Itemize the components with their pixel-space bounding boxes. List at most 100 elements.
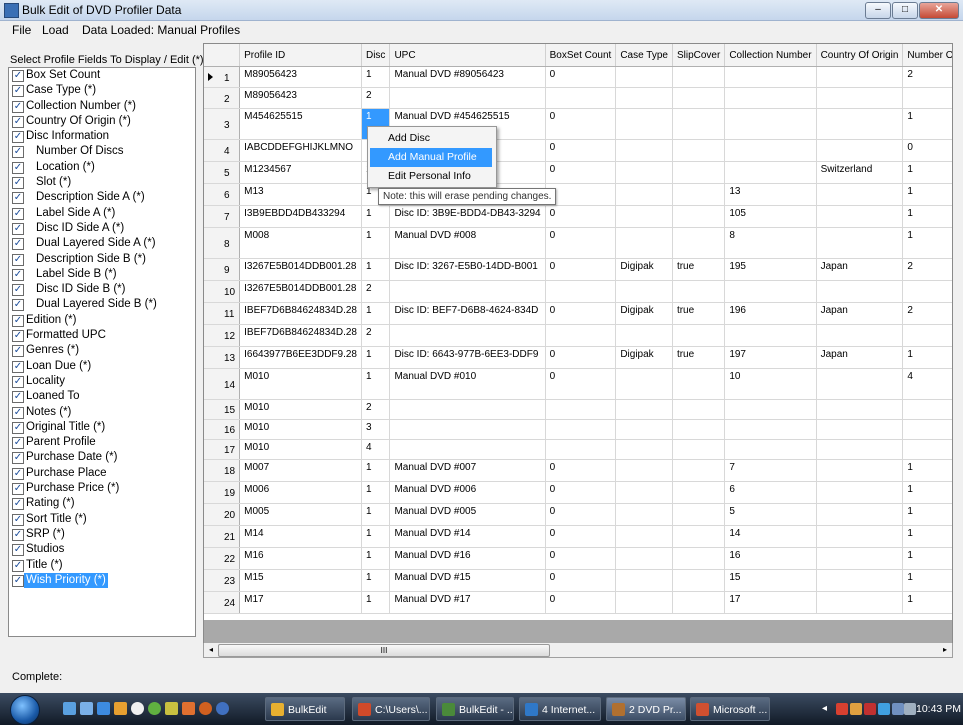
grid-cell[interactable] [902, 439, 952, 460]
grid-cell[interactable] [672, 368, 726, 400]
grid-cell[interactable]: 0 [545, 525, 617, 548]
maximize-button[interactable]: □ [892, 2, 918, 19]
field-item[interactable]: ✓ Description Side A (*) [9, 190, 195, 205]
grid-cell[interactable] [615, 161, 673, 184]
grid-cell[interactable]: 197 [724, 346, 817, 369]
grid-cell[interactable]: 1 [902, 205, 952, 228]
field-item[interactable]: ✓ Dual Layered Side B (*) [9, 297, 195, 312]
field-label[interactable]: Edition (*) [24, 313, 79, 328]
field-label[interactable]: Slot (*) [34, 175, 73, 190]
tray-app2-icon[interactable] [850, 703, 862, 715]
grid-cell[interactable]: M15 [239, 569, 362, 592]
grid-cell[interactable] [902, 399, 952, 420]
field-item[interactable]: ✓ Loan Due (*) [9, 359, 195, 374]
field-label[interactable]: Original Title (*) [24, 420, 107, 435]
row-header[interactable]: 21 [204, 525, 241, 548]
grid-cell[interactable] [615, 591, 673, 614]
grid-cell[interactable]: Digipak [615, 346, 673, 369]
scroll-thumb[interactable]: III [218, 644, 550, 657]
table-row[interactable]: 6 M13 1 13 1 [204, 183, 952, 206]
field-label[interactable]: Loaned To [24, 389, 82, 404]
table-row[interactable]: 9 I3267E5B014DDB001.28 1 Disc ID: 3267-E5B0… [204, 258, 952, 281]
grid-cell[interactable] [545, 419, 617, 440]
checkbox[interactable]: ✓ [12, 146, 24, 159]
grid-cell[interactable]: Manual DVD #007 [389, 459, 546, 482]
table-row[interactable]: 5M123456710Switzerland1 [204, 161, 952, 184]
grid-cell[interactable]: 13 [724, 183, 817, 206]
field-label[interactable]: Studios [24, 542, 66, 557]
grid-cell[interactable] [724, 280, 817, 303]
grid-cell[interactable]: I3267E5B014DDB001.28 [239, 280, 362, 303]
checkbox[interactable]: ✓ [12, 177, 24, 190]
column-header[interactable]: Country Of Origin [816, 44, 904, 67]
grid-cell[interactable] [672, 419, 726, 440]
grid-cell[interactable]: 1 [902, 108, 952, 140]
grid-cell[interactable] [672, 87, 726, 109]
row-header[interactable]: 14 [204, 368, 241, 400]
checkbox[interactable]: ✓ [12, 421, 24, 434]
grid-cell[interactable]: M008 [239, 227, 362, 259]
row-header[interactable]: 24 [204, 591, 241, 614]
grid-cell[interactable]: M010 [239, 399, 362, 420]
grid-cell[interactable]: 1 [361, 346, 391, 369]
grid-cell[interactable] [902, 280, 952, 303]
volume-icon[interactable] [904, 703, 916, 715]
grid-cell[interactable] [545, 399, 617, 420]
grid-corner[interactable] [204, 44, 241, 67]
grid-cell[interactable]: 1 [361, 227, 391, 259]
field-label[interactable]: Purchase Price (*) [24, 481, 121, 496]
menu-item-edit-personal-info[interactable]: Edit Personal Info [370, 167, 492, 186]
grid-cell[interactable]: IABCDDEFGHIJKLMNO [239, 139, 362, 162]
field-label[interactable]: Formatted UPC [24, 328, 108, 343]
grid-cell[interactable] [615, 439, 673, 460]
grid-cell[interactable]: 195 [724, 258, 817, 281]
grid-cell[interactable]: I3267E5B014DDB001.28 [239, 258, 362, 281]
grid-cell[interactable] [545, 439, 617, 460]
table-row[interactable]: 23 M15 1 Manual DVD #15 0 15 1 [204, 569, 952, 592]
grid-cell[interactable]: 1 [361, 66, 391, 88]
grid-cell[interactable] [615, 569, 673, 592]
taskbar-button[interactable]: 2 DVD Pr... [606, 697, 686, 721]
grid-cell[interactable] [615, 87, 673, 109]
quicklaunch-switch-windows-icon[interactable] [80, 702, 93, 715]
grid-cell[interactable]: M89056423 [239, 66, 362, 88]
grid-cell[interactable]: 1 [361, 569, 391, 592]
checkbox[interactable]: ✓ [12, 513, 24, 526]
table-row[interactable]: 10 I3267E5B014DDB001.28 2 [204, 280, 952, 303]
field-label[interactable]: Number Of Discs [34, 144, 126, 159]
menu-item-add-manual-profile[interactable]: Add Manual Profile [370, 148, 492, 167]
taskbar-button[interactable]: 4 Internet... [519, 697, 601, 721]
start-button[interactable] [10, 695, 40, 725]
grid-cell[interactable] [389, 419, 546, 440]
profile-data-grid[interactable]: Profile ID Disc UPC BoxSet Count Case Type Sl… [203, 43, 953, 645]
grid-cell[interactable]: 1 [361, 459, 391, 482]
table-row[interactable]: 1 M89056423 1 Manual DVD #89056423 0 2 [204, 66, 952, 88]
checkbox[interactable]: ✓ [12, 391, 24, 404]
grid-cell[interactable] [672, 525, 726, 548]
grid-cell[interactable] [672, 324, 726, 347]
grid-cell[interactable]: 3 [361, 419, 391, 440]
row-header[interactable]: 15 [204, 399, 241, 420]
taskbar-button[interactable]: BulkEdit [265, 697, 345, 721]
checkbox[interactable]: ✓ [12, 115, 24, 128]
grid-cell[interactable] [816, 569, 904, 592]
grid-cell[interactable] [816, 525, 904, 548]
field-item[interactable]: ✓ Studios [9, 542, 195, 557]
grid-cell[interactable] [816, 419, 904, 440]
column-header[interactable]: Case Type [615, 44, 673, 67]
taskbar-button[interactable]: BulkEdit - ... [436, 697, 514, 721]
grid-cell[interactable] [724, 66, 817, 88]
quicklaunch-app2-icon[interactable] [148, 702, 161, 715]
tray-expand-icon[interactable]: ◂ [822, 703, 834, 715]
table-row[interactable]: 11 IBEF7D6B84624834D.28 1 Disc ID: BEF7-D6B… [204, 302, 952, 325]
field-label[interactable]: Dual Layered Side A (*) [34, 236, 158, 251]
field-label[interactable]: Collection Number (*) [24, 99, 138, 114]
grid-cell[interactable]: 0 [545, 547, 617, 570]
taskbar-button[interactable]: C:\Users\... [352, 697, 430, 721]
checkbox[interactable]: ✓ [12, 207, 24, 220]
field-label[interactable]: Disc ID Side B (*) [34, 282, 127, 297]
checkbox[interactable]: ✓ [12, 222, 24, 235]
grid-cell[interactable] [816, 503, 904, 526]
quicklaunch-ie-icon[interactable] [97, 702, 110, 715]
quicklaunch-media-icon[interactable] [114, 702, 127, 715]
